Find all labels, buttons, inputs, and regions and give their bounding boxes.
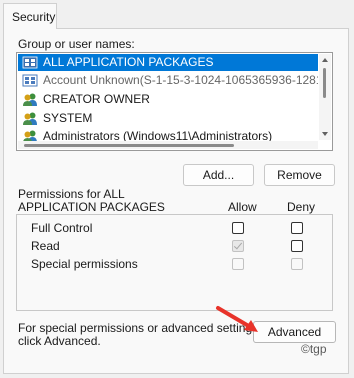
list-item-system[interactable]: SYSTEM (18, 110, 318, 127)
special-permissions-deny-checkbox (291, 258, 303, 270)
permissions-label-line1: Permissions for ALL (18, 187, 125, 201)
watermark: ©tgp (301, 342, 327, 356)
list-item-creator-owner[interactable]: CREATOR OWNER (18, 91, 318, 108)
full-control-allow-checkbox[interactable] (232, 222, 244, 234)
group-user-listbox[interactable]: ALL APPLICATION PACKAGES Account Unknown… (16, 52, 333, 151)
user-name: Account Unknown(S-1-15-3-1024-1065365936… (43, 73, 318, 87)
horizontal-scroll-thumb[interactable] (24, 144, 234, 147)
permissions-label-line2: APPLICATION PACKAGES (18, 200, 165, 214)
read-allow-checkbox (232, 240, 244, 252)
red-arrow-annotation-icon (216, 306, 258, 332)
full-control-deny-checkbox[interactable] (291, 222, 303, 234)
list-item-account-unknown[interactable]: Account Unknown(S-1-15-3-1024-1065365936… (18, 72, 318, 89)
tab-security[interactable]: Security (3, 3, 57, 29)
tab-security-label: Security (12, 10, 56, 24)
group-names-label: Group or user names: (18, 37, 135, 51)
special-permissions-allow-checkbox (232, 258, 244, 270)
advanced-help-text-line2: click Advanced. (18, 334, 101, 348)
permission-row-read: Read (31, 237, 60, 255)
remove-button[interactable]: Remove (264, 164, 335, 186)
vertical-scrollbar[interactable] (319, 54, 331, 140)
permission-row-full-control: Full Control (31, 219, 92, 237)
permission-row-special-permissions: Special permissions (31, 255, 138, 273)
permission-name: Full Control (31, 221, 93, 235)
permission-name: Read (31, 239, 60, 253)
read-deny-checkbox[interactable] (291, 240, 303, 252)
allow-column-header: Allow (228, 200, 257, 214)
scroll-thumb[interactable] (323, 68, 326, 98)
scroll-down-icon[interactable] (322, 132, 328, 136)
unknown-account-icon (22, 74, 38, 87)
user-group-icon (23, 112, 37, 125)
user-name: CREATOR OWNER (43, 92, 150, 106)
app-packages-icon (22, 56, 38, 69)
permissions-table: Full Control Read Special permissions (16, 214, 333, 311)
user-name: SYSTEM (43, 111, 93, 125)
advanced-button[interactable]: Advanced (253, 321, 336, 343)
user-group-icon (23, 93, 37, 106)
scroll-up-icon[interactable] (322, 58, 328, 62)
horizontal-scrollbar[interactable] (18, 141, 318, 149)
permission-name: Special permissions (31, 257, 138, 271)
add-button[interactable]: Add... (183, 164, 254, 186)
list-item-all-application-packages[interactable]: ALL APPLICATION PACKAGES (18, 54, 318, 71)
user-name: ALL APPLICATION PACKAGES (43, 55, 214, 69)
deny-column-header: Deny (287, 200, 316, 214)
